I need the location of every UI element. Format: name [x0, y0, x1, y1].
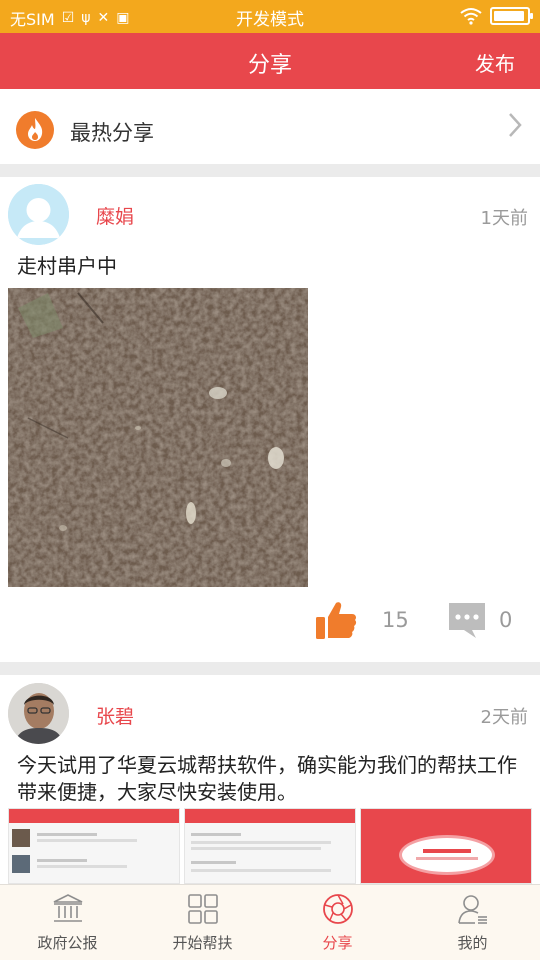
hot-share-label: 最热分享: [70, 121, 154, 145]
bottom-tab-bar: 政府公报 开始帮扶 分享 我的: [0, 884, 540, 960]
post-photo-soil[interactable]: [8, 288, 308, 587]
default-avatar-icon: [8, 184, 69, 245]
user-photo-icon: [8, 683, 69, 744]
shutter-icon: [322, 894, 353, 924]
post-username[interactable]: 糜娟: [96, 202, 134, 229]
chevron-right-icon: [509, 113, 522, 137]
government-icon: [53, 894, 82, 922]
nav-bar: 分享 发布: [0, 33, 540, 89]
developer-mode-label: 开发模式: [236, 10, 304, 30]
status-bar: 无SIM ☑ ψ ✕ ▣ 开发模式: [0, 0, 540, 33]
post-thumbnail[interactable]: [184, 808, 356, 884]
like-count: 15: [382, 608, 409, 632]
tab-label: 政府公报: [37, 934, 98, 952]
post-text: 走村串户中: [17, 254, 117, 278]
post-time: 2天前: [480, 707, 528, 728]
user-icon: [457, 895, 487, 924]
comment-icon[interactable]: [446, 600, 488, 640]
avatar-default[interactable]: [8, 184, 69, 245]
post-thumbnail[interactable]: [360, 808, 532, 884]
section-divider: [0, 164, 540, 177]
battery-level: [494, 11, 525, 21]
wifi-icon: [460, 8, 482, 25]
tab-label: 我的: [457, 934, 488, 952]
thumbs-up-icon[interactable]: [314, 599, 358, 641]
tab-mine[interactable]: 我的: [405, 885, 540, 960]
post-image-strip: [8, 808, 532, 884]
grid-icon: [187, 894, 218, 924]
page-title: 分享: [247, 53, 292, 78]
post-thumbnail[interactable]: [8, 808, 180, 884]
publish-button[interactable]: 发布: [475, 48, 515, 77]
battery-icon: [490, 7, 533, 25]
tab-start-assist[interactable]: 开始帮扶: [135, 885, 270, 960]
status-right: [460, 7, 533, 25]
comment-count: 0: [499, 608, 513, 632]
flame-icon: [16, 111, 54, 149]
section-divider: [0, 662, 540, 675]
post-text: 今天试用了华夏云城帮扶软件，确实能为我们的帮扶工作带来便捷，大家尽快安装使用。: [17, 753, 517, 804]
tab-label: 开始帮扶: [172, 934, 233, 952]
tab-label: 分享: [322, 934, 353, 952]
tab-share[interactable]: 分享: [270, 885, 405, 960]
post-time: 1天前: [480, 208, 528, 229]
avatar-photo[interactable]: [8, 683, 69, 744]
post-username[interactable]: 张碧: [96, 702, 134, 729]
tab-government-bulletin[interactable]: 政府公报: [0, 885, 135, 960]
